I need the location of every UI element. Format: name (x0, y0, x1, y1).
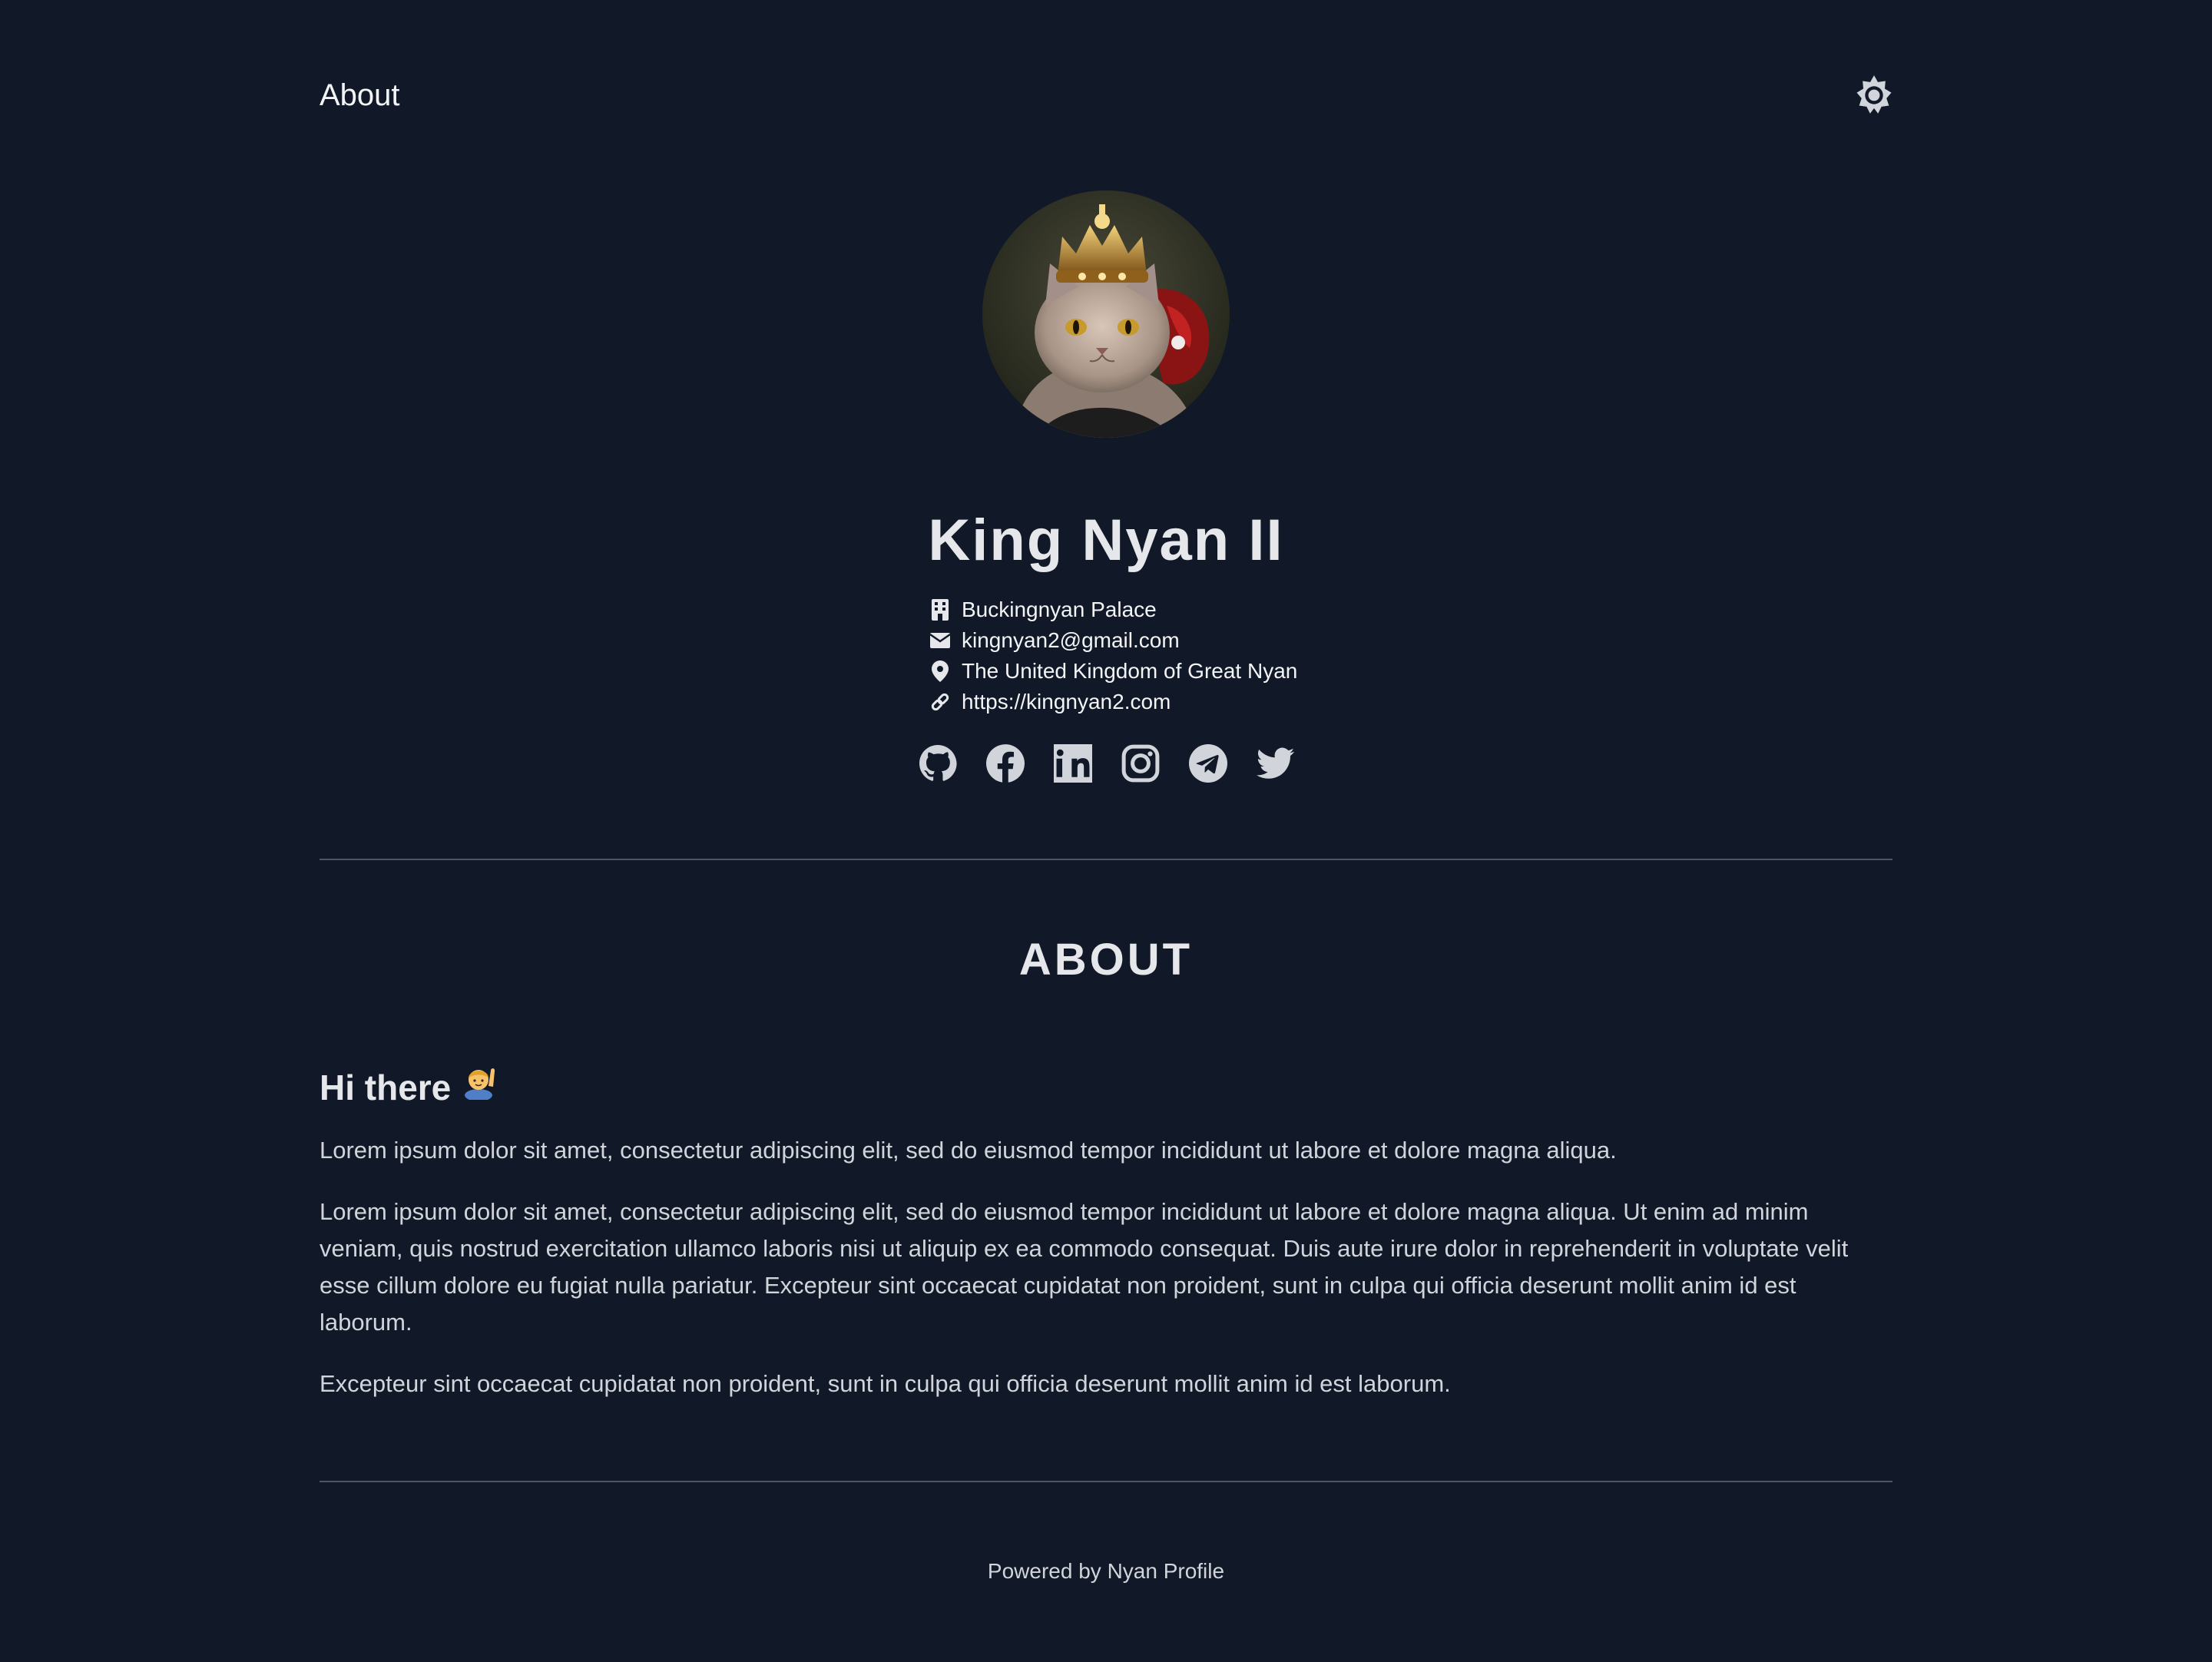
facebook-link[interactable] (984, 742, 1027, 785)
info-row-email[interactable]: kingnyan2@gmail.com (929, 625, 1297, 656)
info-row-location: The United Kingdom of Great Nyan (929, 656, 1297, 687)
link-icon (929, 691, 951, 713)
location-pin-icon (929, 660, 951, 682)
instagram-icon (1121, 744, 1160, 783)
mail-icon (929, 630, 951, 651)
info-text: Buckingnyan Palace (962, 598, 1157, 621)
about-section-title: ABOUT (1018, 935, 1194, 985)
info-row-company: Buckingnyan Palace (929, 594, 1297, 625)
about-paragraph-3: Excepteur sint occaecat cupidatat non pr… (320, 1370, 1451, 1397)
twitter-icon (1257, 747, 1295, 779)
theme-toggle-button[interactable] (1853, 74, 1896, 117)
about-paragraph-1: Lorem ipsum dolor sit amet, consectetur … (320, 1137, 1617, 1164)
page: About King Nyan II Buckingnyan Palace ki… (0, 0, 2212, 1662)
github-icon (919, 745, 957, 781)
telegram-link[interactable] (1187, 742, 1230, 785)
info-text: https://kingnyan2.com (962, 690, 1171, 713)
instagram-link[interactable] (1119, 742, 1162, 785)
about-paragraph-2: Lorem ipsum dolor sit amet, consectetur … (320, 1198, 1849, 1336)
avatar (982, 190, 1230, 438)
about-heading-text: Hi there (320, 1068, 452, 1107)
waving-person-emoji-icon (462, 1060, 497, 1115)
footer-text: Powered by Nyan Profile (987, 1559, 1225, 1583)
profile-info-list: Buckingnyan Palace kingnyan2@gmail.com T… (929, 594, 1297, 717)
divider-bottom (320, 1481, 1892, 1482)
info-text: kingnyan2@gmail.com (962, 628, 1180, 652)
about-heading: Hi there (320, 1060, 1892, 1115)
social-links (916, 742, 1322, 785)
sun-icon (1856, 75, 1892, 114)
facebook-icon (986, 744, 1025, 783)
info-text: The United Kingdom of Great Nyan (962, 659, 1298, 683)
building-icon (929, 599, 951, 621)
about-content: Hi there Lorem ipsum dolor sit amet, con… (320, 1060, 1892, 1427)
nav-about-link[interactable]: About (320, 75, 400, 115)
king-cat-avatar-image (982, 190, 1230, 438)
divider-top (320, 859, 1892, 860)
telegram-icon (1189, 744, 1227, 783)
linkedin-icon (1054, 744, 1092, 783)
profile-name: King Nyan II (928, 508, 1284, 573)
twitter-link[interactable] (1254, 742, 1297, 785)
github-link[interactable] (916, 742, 959, 785)
info-row-website[interactable]: https://kingnyan2.com (929, 687, 1297, 717)
linkedin-link[interactable] (1051, 742, 1094, 785)
